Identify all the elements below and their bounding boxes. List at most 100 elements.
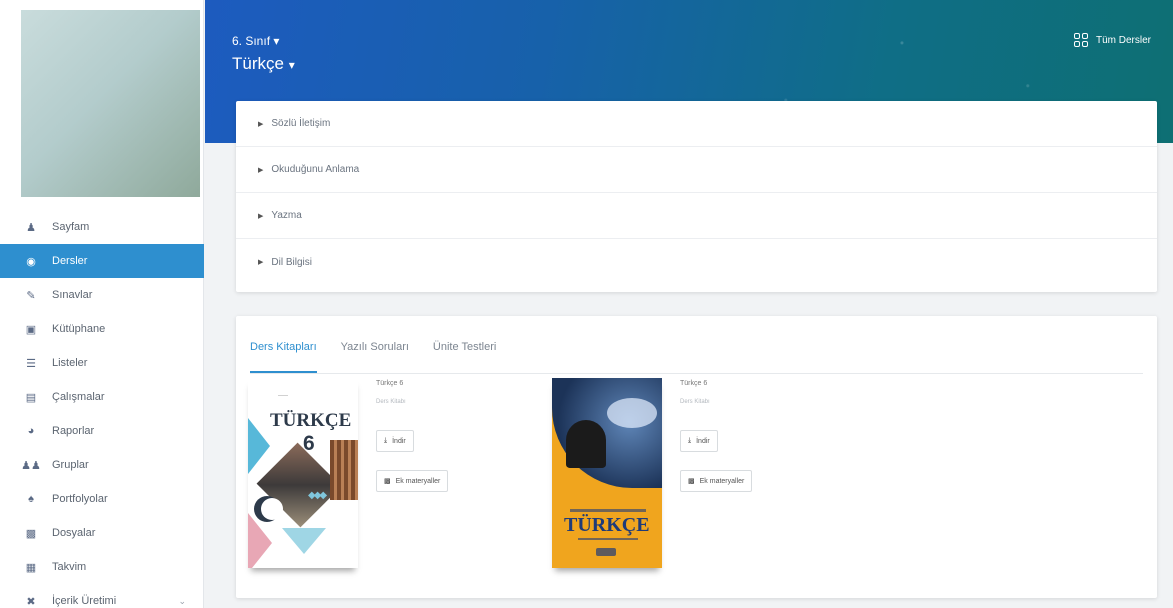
sidebar-item-dosyalar[interactable]: ▩ Dosyalar [0,516,204,550]
book-name: Türkçe 6 [680,380,708,387]
topic-label: Yazma [271,210,302,221]
cover-title: TÜRKÇE [270,410,352,431]
sidebar-item-label: Sayfam [52,221,90,233]
download-label: İndir [392,437,406,445]
sidebar-item-label: Takvim [52,561,87,573]
caret-right-icon: ▶ [258,120,264,128]
pencil-icon: ✎ [26,289,36,302]
sidebar-item-label: Dersler [52,255,88,267]
all-courses-button[interactable]: Tüm Dersler [1073,33,1151,47]
topic-item[interactable]: ▶ Sözlü İletişim [236,101,1157,147]
topic-item[interactable]: ▶ Okuduğunu Anlama [236,147,1157,193]
extra-materials-button[interactable]: ▩ Ek materyaller [680,470,753,492]
list-icon: ☰ [26,357,36,370]
folder-icon: ▩ [25,527,37,540]
download-label: İndir [696,437,710,445]
publisher-logo [596,548,616,556]
sidebar-item-dersler[interactable]: ◉ Dersler [0,244,204,278]
tab-ders-kitaplari[interactable]: Ders Kitapları [250,330,317,373]
cover-shape: ◆◆◆ [308,490,327,501]
sidebar-item-kutuphane[interactable]: ▣ Kütüphane [0,312,204,346]
extra-materials-button[interactable]: ▩ Ek materyaller [376,470,449,492]
subject-label: Türkçe [232,54,284,73]
sidebar-item-sayfam[interactable]: ♟ Sayfam [0,210,204,244]
download-button[interactable]: ⤓ İndir [680,430,718,452]
portfolio-icon: ♠ [28,493,34,505]
puzzle-icon: ✖ [26,595,36,608]
cover-figure [566,420,606,468]
extra-materials-label: Ek materyaller [395,477,441,485]
extra-materials-label: Ek materyaller [699,477,745,485]
topic-label: Sözlü İletişim [271,118,331,129]
sidebar-banner-image [21,10,200,197]
cover-shape [607,398,657,428]
topic-label: Dil Bilgisi [271,256,312,268]
tab-unite-testleri[interactable]: Ünite Testleri [433,330,496,373]
sidebar-item-portfolyolar[interactable]: ♠ Portfolyolar [0,482,204,516]
sidebar-item-takvim[interactable]: ▦ Takvim [0,550,204,584]
crescent-icon [254,496,283,522]
sidebar-item-label: Kütüphane [52,323,106,335]
sidebar-item-label: Çalışmalar [52,391,105,403]
sidebar-item-label: Raporlar [52,425,95,437]
cover-shape [570,509,646,512]
download-icon: ⤓ [688,437,692,444]
caret-right-icon: ▶ [258,259,264,266]
download-icon: ⤓ [384,437,388,444]
grade-label: 6. Sınıf [232,34,271,48]
sidebar: ♟ Sayfam ◉ Dersler ✎ Sınavlar ▣ Kütüphan… [0,0,204,608]
subject-selector[interactable]: Türkçe ▾ [232,54,295,74]
book-type: Ders Kitabı [680,399,710,405]
grade-selector[interactable]: 6. Sınıf ▾ [232,34,279,48]
cover-shape [248,418,270,474]
cover-shape [282,528,326,554]
sidebar-item-label: Gruplar [52,459,89,471]
cover-shape [330,440,358,500]
caret-right-icon: ▶ [258,212,264,220]
caret-down-icon: ▾ [273,34,280,48]
sidebar-item-label: Dosyalar [52,527,96,539]
resource-tabs: Ders Kitapları Yazılı Soruları Ünite Tes… [250,330,1143,374]
sidebar-item-listeler[interactable]: ☰ Listeler [0,346,204,380]
book-cover[interactable]: TÜRKÇE [552,378,662,568]
topic-item[interactable]: ▶ Dil Bilgisi [236,239,1157,285]
sidebar-item-label: Sınavlar [52,289,93,301]
book-name: Türkçe 6 [376,380,404,387]
cover-shape [578,538,638,540]
sidebar-menu: ♟ Sayfam ◉ Dersler ✎ Sınavlar ▣ Kütüphan… [0,210,204,608]
folder-icon: ▩ [688,478,695,485]
tab-yazili-sorulari[interactable]: Yazılı Soruları [341,330,409,373]
book-type: Ders Kitabı [376,399,406,405]
calendar-icon: ▦ [25,561,37,574]
tasks-icon: ▤ [25,391,37,404]
sidebar-item-sinavlar[interactable]: ✎ Sınavlar [0,278,204,312]
caret-down-icon: ▾ [288,58,295,72]
sidebar-item-calismalar[interactable]: ▤ Çalışmalar [0,380,204,414]
sidebar-item-gruplar[interactable]: ♟♟ Gruplar [0,448,204,482]
caret-right-icon: ▶ [258,166,264,174]
sidebar-item-label: İçerik Üretimi [52,595,117,607]
chevron-down-icon: ⌄ [178,595,186,606]
book-icon: ▣ [25,323,37,336]
all-courses-label: Tüm Dersler [1095,34,1151,46]
topics-card: ▶ Sözlü İletişim ▶ Okuduğunu Anlama ▶ Ya… [236,101,1157,292]
grid-icon [1073,33,1088,47]
user-icon: ♟ [26,221,36,234]
cover-shape: —— [278,393,288,399]
sidebar-item-icerik-uretimi[interactable]: ✖ İçerik Üretimi ⌄ [0,584,204,608]
folder-icon: ▩ [384,478,391,485]
download-button[interactable]: ⤓ İndir [376,430,414,452]
book-meta: Türkçe 6 Ders Kitabı ⤓ İndir ▩ Ek matery… [680,378,840,492]
sidebar-item-raporlar[interactable]: ◕ Raporlar [0,414,204,448]
users-icon: ♟♟ [21,459,41,472]
chart-icon: ◕ [27,425,35,437]
topic-item[interactable]: ▶ Yazma [236,193,1157,239]
sidebar-item-label: Listeler [52,357,88,369]
topic-label: Okuduğunu Anlama [271,164,360,175]
sidebar-item-label: Portfolyolar [52,493,108,505]
resources-card: Ders Kitapları Yazılı Soruları Ünite Tes… [236,316,1157,598]
book-meta: Türkçe 6 Ders Kitabı ⤓ İndir ▩ Ek matery… [376,378,536,492]
cover-title: TÜRKÇE [564,514,650,536]
book-cover[interactable]: —— TÜRKÇE 6 ◆◆◆ [248,378,358,568]
circle-dot-icon: ◉ [26,255,36,268]
